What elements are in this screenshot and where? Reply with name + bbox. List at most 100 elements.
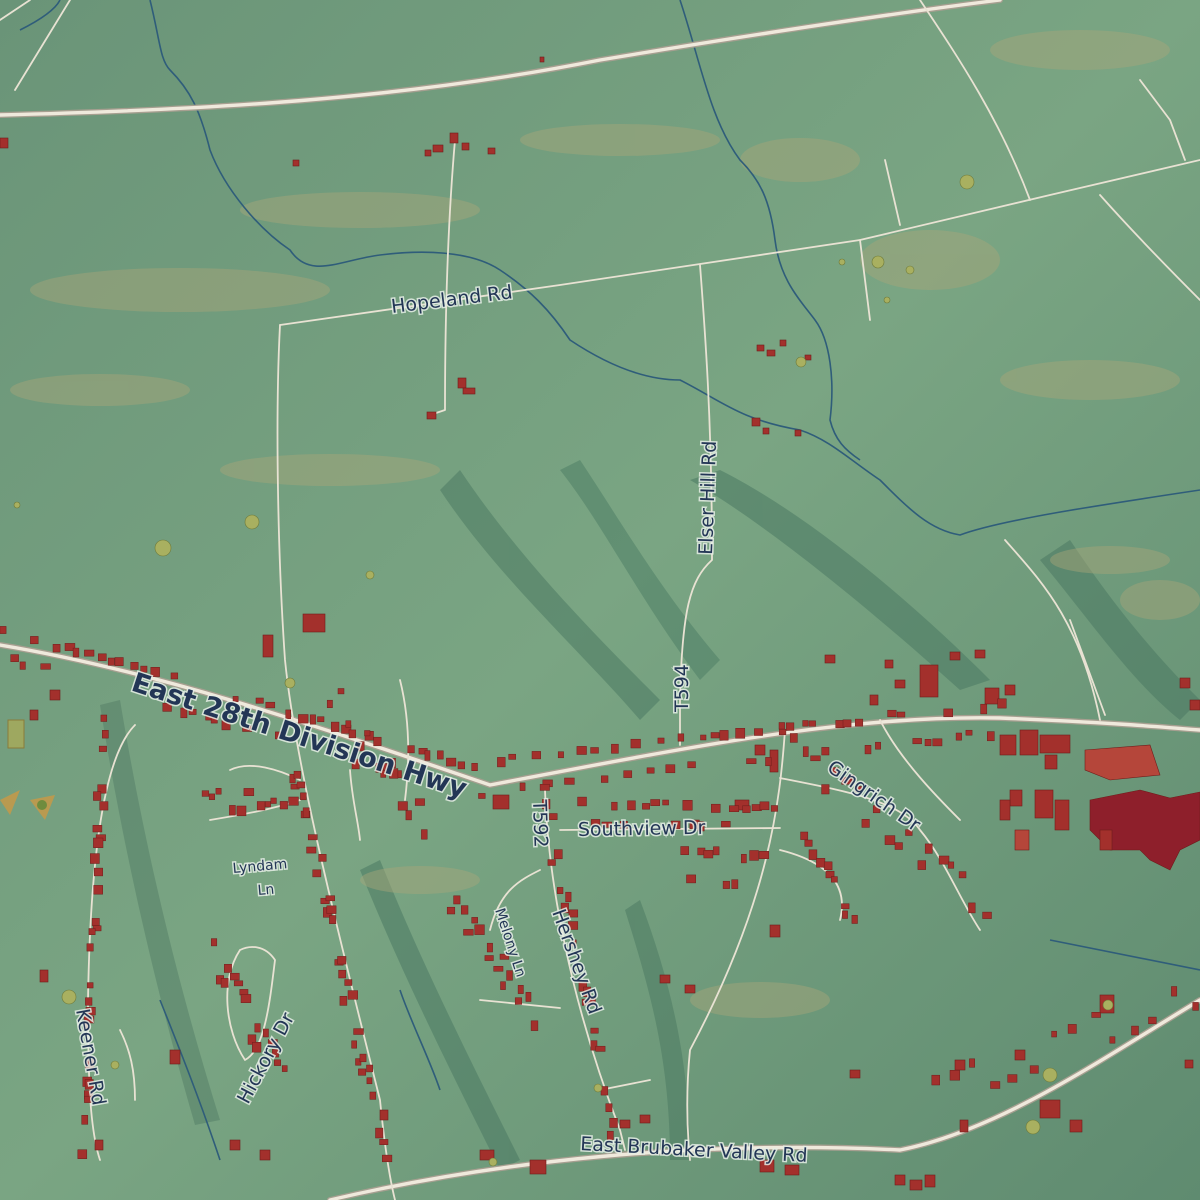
building bbox=[965, 729, 973, 736]
building bbox=[855, 718, 864, 727]
building bbox=[397, 801, 408, 811]
building bbox=[778, 728, 787, 736]
building bbox=[351, 1040, 357, 1049]
building bbox=[461, 905, 469, 915]
building bbox=[938, 855, 950, 865]
building bbox=[887, 709, 897, 718]
building bbox=[842, 910, 848, 919]
building bbox=[754, 728, 763, 736]
building bbox=[337, 688, 345, 695]
building bbox=[338, 969, 346, 979]
building bbox=[808, 720, 816, 727]
building bbox=[288, 796, 299, 806]
building bbox=[958, 871, 967, 879]
building bbox=[861, 819, 870, 828]
building bbox=[326, 905, 337, 914]
building bbox=[240, 994, 252, 1003]
building bbox=[932, 738, 943, 747]
building bbox=[576, 746, 587, 755]
building bbox=[508, 753, 516, 760]
building bbox=[943, 708, 953, 718]
building bbox=[471, 917, 478, 924]
building bbox=[421, 829, 428, 840]
building bbox=[220, 978, 229, 988]
building bbox=[539, 784, 550, 791]
building bbox=[230, 972, 240, 981]
building bbox=[92, 825, 103, 833]
building bbox=[463, 929, 474, 936]
building bbox=[296, 781, 306, 789]
building bbox=[255, 697, 264, 704]
building bbox=[875, 741, 881, 750]
building bbox=[1007, 1074, 1018, 1083]
building bbox=[808, 849, 818, 860]
building bbox=[758, 851, 770, 859]
building bbox=[785, 722, 795, 731]
building bbox=[211, 938, 218, 947]
building bbox=[84, 649, 95, 657]
building bbox=[680, 846, 689, 855]
building bbox=[91, 918, 100, 926]
building bbox=[990, 1081, 1001, 1089]
building bbox=[821, 747, 830, 756]
building bbox=[318, 854, 327, 862]
building bbox=[623, 770, 633, 778]
building bbox=[662, 799, 669, 806]
building bbox=[969, 1058, 975, 1068]
building bbox=[816, 858, 826, 868]
building bbox=[611, 801, 618, 811]
building bbox=[721, 821, 731, 828]
building bbox=[525, 992, 532, 1002]
building bbox=[924, 843, 933, 854]
building bbox=[590, 747, 599, 754]
building bbox=[703, 850, 714, 859]
building bbox=[565, 891, 572, 903]
building bbox=[81, 1115, 89, 1125]
building bbox=[802, 746, 809, 757]
building bbox=[478, 793, 486, 799]
building bbox=[821, 784, 830, 795]
building bbox=[864, 745, 872, 755]
building bbox=[10, 654, 19, 662]
building bbox=[609, 1118, 618, 1128]
building bbox=[810, 755, 821, 762]
building bbox=[1171, 986, 1178, 997]
label-t592: T592 bbox=[528, 798, 552, 848]
building bbox=[359, 1053, 367, 1063]
building bbox=[955, 732, 962, 741]
building bbox=[270, 797, 277, 804]
map-canvas[interactable]: Hopeland Rd Elser Hill Rd T594 East 28th… bbox=[0, 0, 1200, 1200]
building bbox=[500, 981, 506, 990]
building bbox=[312, 869, 322, 878]
building bbox=[0, 626, 7, 634]
building bbox=[19, 661, 26, 670]
building bbox=[256, 801, 266, 811]
building bbox=[1192, 1002, 1199, 1011]
building bbox=[243, 788, 255, 796]
building bbox=[627, 800, 636, 811]
building bbox=[40, 663, 51, 670]
building bbox=[325, 895, 335, 902]
building bbox=[307, 834, 318, 841]
building bbox=[345, 720, 352, 728]
building bbox=[557, 887, 564, 894]
building bbox=[369, 1091, 377, 1100]
building bbox=[347, 990, 358, 1000]
building bbox=[114, 657, 124, 666]
label-elser-hill-rd: Elser Hill Rd bbox=[695, 440, 721, 555]
building bbox=[1091, 1012, 1101, 1018]
building bbox=[72, 647, 80, 658]
building bbox=[453, 895, 461, 905]
building bbox=[358, 1068, 367, 1076]
building bbox=[279, 801, 288, 810]
building bbox=[208, 793, 215, 800]
building bbox=[93, 837, 104, 848]
building bbox=[577, 796, 587, 807]
building bbox=[997, 698, 1007, 709]
building bbox=[700, 734, 707, 741]
building bbox=[229, 805, 236, 816]
building bbox=[107, 657, 115, 666]
building bbox=[650, 799, 660, 806]
building bbox=[337, 956, 347, 965]
building bbox=[682, 800, 693, 811]
